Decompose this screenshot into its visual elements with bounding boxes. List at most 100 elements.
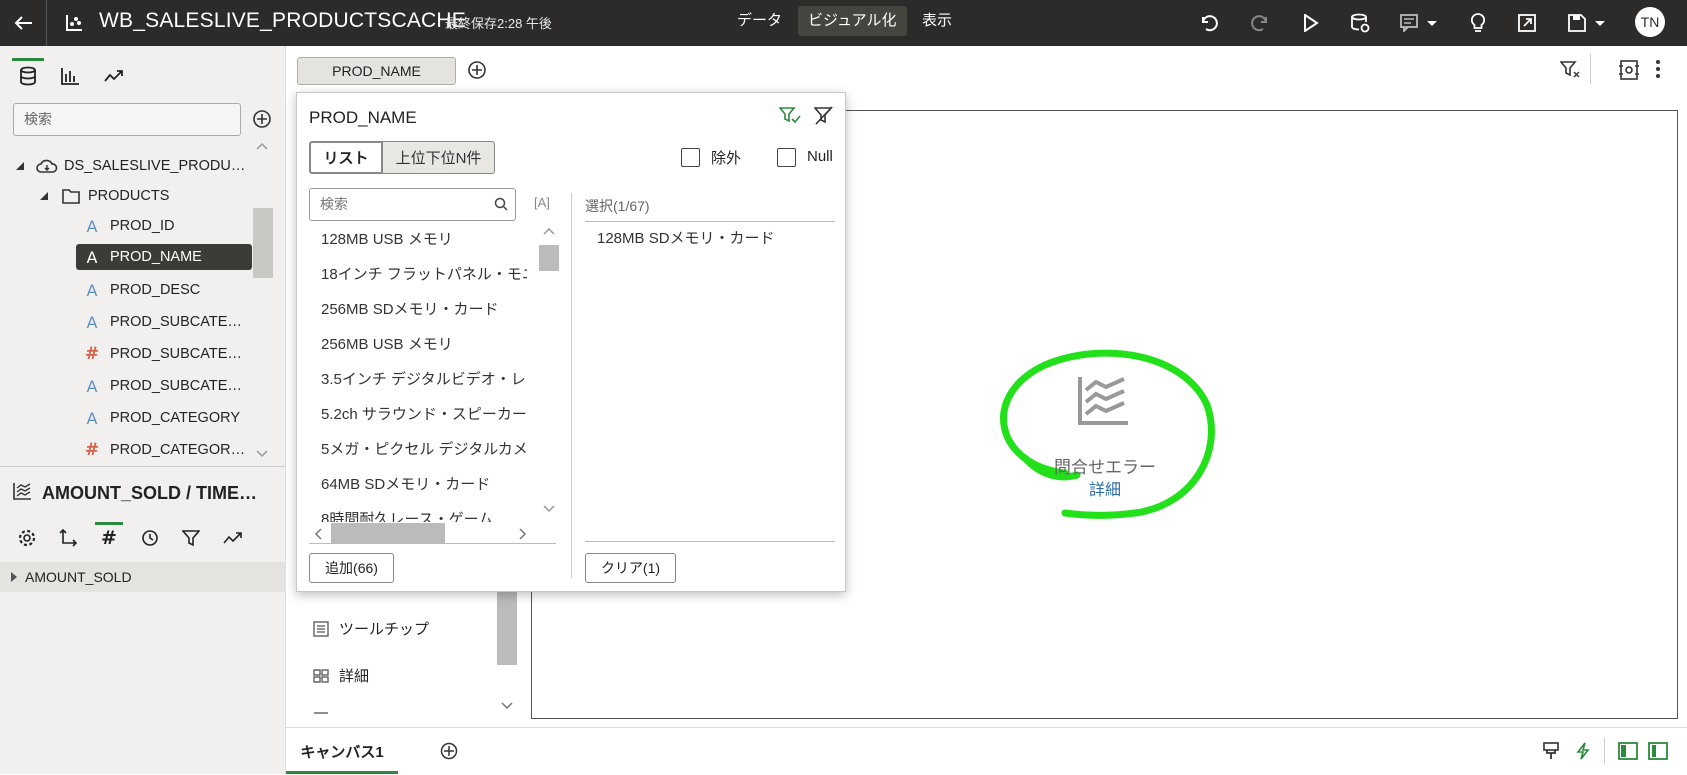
analytics-tab-icon[interactable] bbox=[98, 60, 130, 92]
detail-grid-icon bbox=[313, 668, 329, 683]
collapse-triangle-icon[interactable] bbox=[14, 160, 26, 172]
scroll-right-icon[interactable] bbox=[519, 528, 527, 540]
column-item[interactable]: A PROD_SUBCATE… bbox=[76, 308, 252, 336]
clock-icon[interactable] bbox=[136, 524, 164, 552]
list-item[interactable]: 5メガ・ピクセル デジタルカメラ bbox=[309, 433, 527, 467]
add-data-icon[interactable] bbox=[252, 109, 272, 129]
clear-selection-button[interactable]: クリア(1) bbox=[585, 553, 676, 583]
column-item[interactable]: A PROD_DESC bbox=[76, 276, 252, 304]
divider bbox=[1604, 738, 1605, 764]
null-checkbox[interactable] bbox=[777, 148, 796, 167]
measure-row-amount-sold[interactable]: AMOUNT_SOLD bbox=[0, 562, 286, 592]
data-tab-icon[interactable] bbox=[12, 60, 44, 92]
column-label: PROD_CATEGORY bbox=[110, 410, 240, 426]
list-vscroll-thumb[interactable] bbox=[539, 245, 559, 271]
list-icon bbox=[313, 620, 329, 637]
save-status: 最終保存2:28 午後 bbox=[445, 16, 552, 31]
add-canvas-icon[interactable] bbox=[440, 742, 458, 760]
exclude-label: 除外 bbox=[711, 150, 742, 167]
grammar-row-tooltip[interactable]: ツールチップ bbox=[313, 618, 429, 639]
datasource-label: DS_SALESLIVE_PRODU… bbox=[64, 158, 246, 174]
list-item[interactable]: 64MB SDメモリ・カード bbox=[309, 468, 527, 502]
filter-options-icon[interactable] bbox=[1560, 60, 1580, 80]
expand-triangle-icon[interactable] bbox=[10, 571, 18, 583]
grammar-scrollbar-thumb[interactable] bbox=[497, 590, 517, 665]
attribute-icon: A bbox=[86, 312, 98, 332]
brush-icon[interactable] bbox=[1543, 742, 1559, 760]
more-options-icon[interactable] bbox=[1655, 59, 1661, 79]
collapse-triangle-icon[interactable] bbox=[38, 190, 50, 202]
column-label: PROD_SUBCATE… bbox=[110, 378, 242, 394]
tab-canvas-1[interactable]: キャンバス1 bbox=[286, 728, 398, 775]
column-item[interactable]: # PROD_SUBCATE… bbox=[76, 340, 252, 368]
exclude-checkbox[interactable] bbox=[681, 148, 700, 167]
tree-folder-products[interactable]: PRODUCTS bbox=[38, 182, 169, 210]
tab-visualize[interactable]: ビジュアル化 bbox=[798, 6, 907, 36]
chart-error-icon bbox=[1077, 376, 1129, 426]
list-item[interactable]: 18インチ フラットパネル・モニター bbox=[309, 258, 527, 292]
grammar-row-detail[interactable]: 詳細 bbox=[313, 665, 369, 686]
tab-list[interactable]: リスト bbox=[309, 141, 383, 174]
scroll-down-icon[interactable] bbox=[543, 505, 555, 513]
insights-bulb-icon[interactable] bbox=[1465, 0, 1491, 46]
back-arrow-icon[interactable] bbox=[8, 0, 38, 46]
query-error-title: 問合せエラー bbox=[1054, 458, 1156, 477]
list-hscrollbar[interactable] bbox=[309, 522, 556, 544]
toggle-right-panel-icon[interactable] bbox=[1648, 742, 1668, 760]
clear-filter-icon[interactable] bbox=[814, 106, 834, 126]
list-item[interactable]: 256MB USB メモリ bbox=[309, 328, 527, 362]
grammar-hash-icon[interactable]: # bbox=[95, 524, 123, 552]
filter-pill-prod-name[interactable]: PROD_NAME bbox=[297, 57, 456, 85]
visualizations-tab-icon[interactable] bbox=[54, 60, 86, 92]
tab-present[interactable]: 表示 bbox=[912, 6, 962, 36]
list-hscroll-thumb[interactable] bbox=[331, 523, 445, 543]
list-item[interactable]: 5.2ch サラウンド・スピーカー・システム bbox=[309, 398, 527, 432]
analytics-trend-icon[interactable] bbox=[219, 524, 247, 552]
tab-top-bottom-n[interactable]: 上位下位N件 bbox=[382, 141, 495, 174]
value-search-input[interactable]: 検索 bbox=[309, 188, 516, 221]
add-all-button[interactable]: 追加(66) bbox=[309, 553, 394, 583]
comment-menu-icon[interactable] bbox=[1397, 0, 1443, 46]
list-item[interactable]: 256MB SDメモリ・カード bbox=[309, 293, 527, 327]
canvas-properties-icon[interactable] bbox=[1618, 59, 1640, 81]
column-label: PROD_CATEGOR… bbox=[110, 442, 246, 458]
scroll-down-icon[interactable] bbox=[501, 702, 513, 710]
list-item[interactable]: 128MB USB メモリ bbox=[309, 223, 527, 257]
measure-label: AMOUNT_SOLD bbox=[25, 569, 132, 585]
column-item[interactable]: # PROD_CATEGOR… bbox=[76, 436, 252, 464]
scroll-left-icon[interactable] bbox=[314, 528, 322, 540]
divider bbox=[585, 541, 835, 542]
column-item[interactable]: A PROD_ID bbox=[76, 212, 252, 240]
tree-datasource[interactable]: DS_SALESLIVE_PRODU… bbox=[14, 152, 245, 180]
data-search-input[interactable]: 検索 bbox=[13, 103, 241, 136]
data-refresh-icon[interactable] bbox=[1347, 0, 1373, 46]
bottom-bar: キャンバス1 bbox=[286, 727, 1687, 774]
auto-refresh-bolt-icon[interactable] bbox=[1576, 742, 1590, 760]
column-item-selected[interactable]: A PROD_NAME bbox=[76, 244, 252, 270]
list-item[interactable]: 3.5インチ デジタルビデオ・レコーダー bbox=[309, 363, 527, 397]
scroll-up-icon[interactable] bbox=[256, 142, 268, 150]
case-sensitive-toggle[interactable]: [A] bbox=[534, 195, 550, 210]
scroll-down-icon[interactable] bbox=[256, 450, 268, 458]
run-icon[interactable] bbox=[1298, 0, 1324, 46]
auto-apply-filter-icon[interactable] bbox=[779, 106, 801, 126]
redo-icon[interactable] bbox=[1247, 0, 1273, 46]
settings-gear-icon[interactable] bbox=[13, 524, 41, 552]
export-icon[interactable] bbox=[1514, 0, 1540, 46]
add-filter-icon[interactable] bbox=[467, 60, 487, 80]
column-item[interactable]: A PROD_SUBCATE… bbox=[76, 372, 252, 400]
column-item[interactable]: A PROD_CATEGORY bbox=[76, 404, 252, 432]
tree-scrollbar-thumb[interactable] bbox=[253, 208, 273, 278]
error-detail-link[interactable]: 詳細 bbox=[1030, 476, 1180, 500]
save-menu-icon[interactable] bbox=[1565, 0, 1611, 46]
undo-icon[interactable] bbox=[1196, 0, 1222, 46]
tab-data[interactable]: データ bbox=[727, 6, 792, 36]
selected-value[interactable]: 128MB SDメモリ・カード bbox=[597, 227, 775, 248]
filter-funnel-icon[interactable] bbox=[177, 524, 205, 552]
scroll-up-icon[interactable] bbox=[543, 227, 555, 235]
user-avatar[interactable]: TN bbox=[1635, 7, 1665, 37]
axis-icon[interactable] bbox=[54, 524, 82, 552]
column-label: PROD_SUBCATE… bbox=[110, 314, 242, 330]
toggle-left-panel-icon[interactable] bbox=[1618, 742, 1638, 760]
search-icon[interactable] bbox=[494, 197, 508, 211]
